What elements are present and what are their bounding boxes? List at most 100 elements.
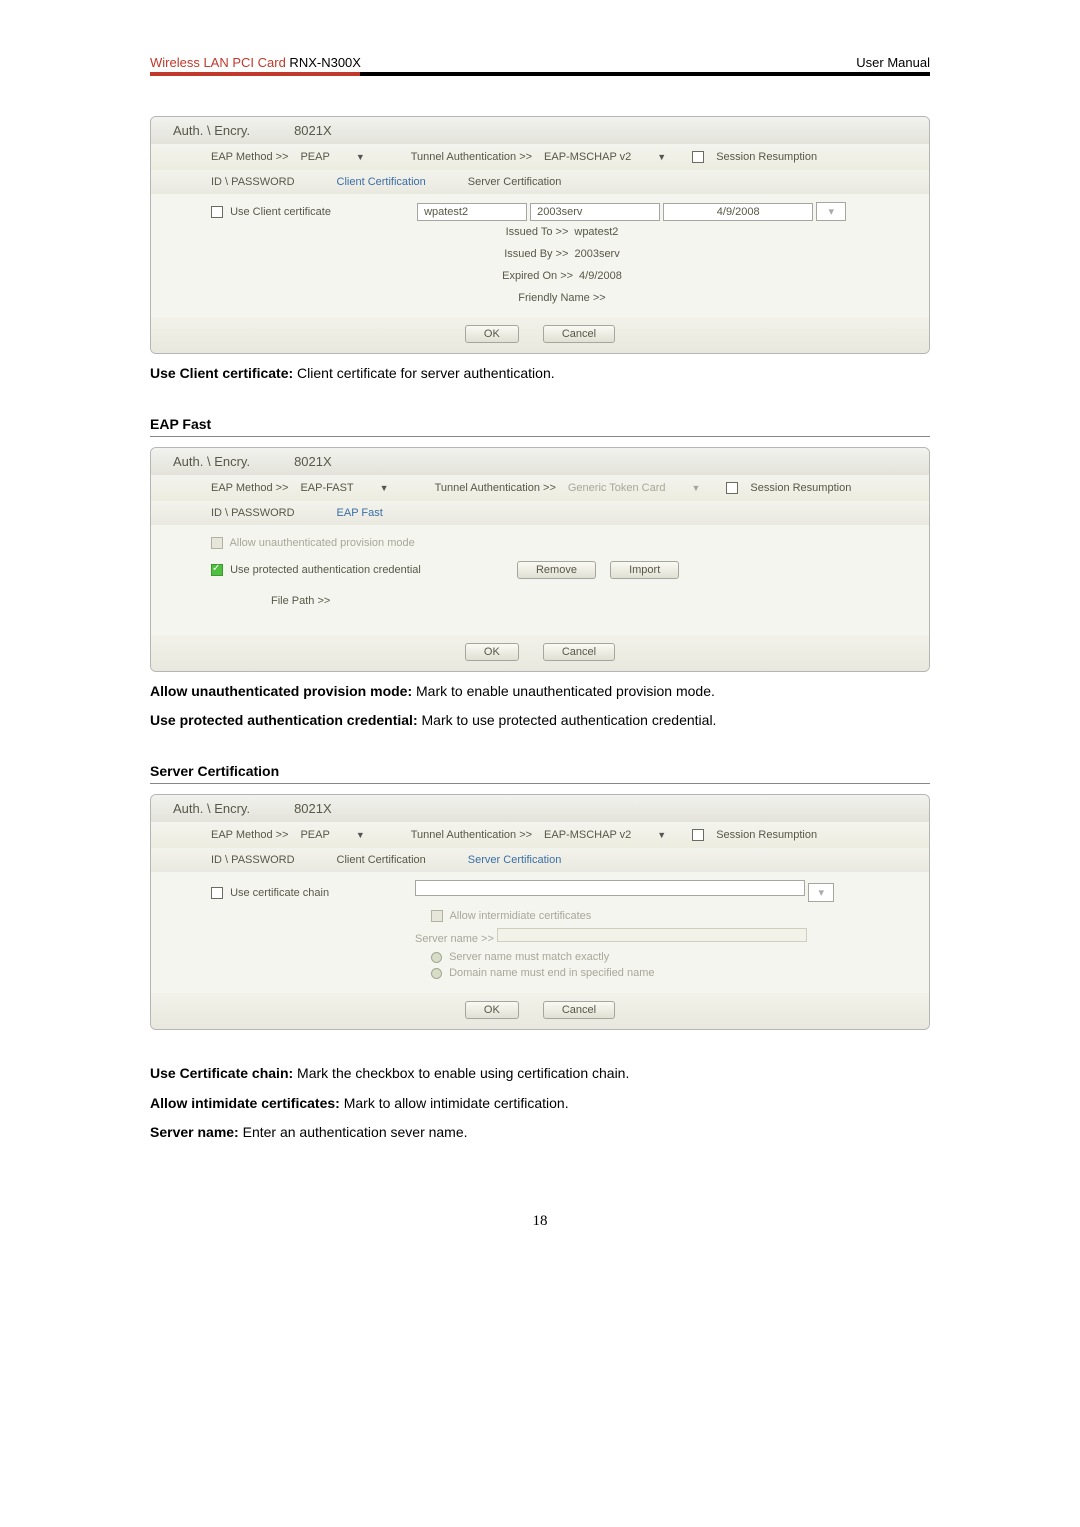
radio-match-exact bbox=[431, 952, 442, 963]
desc3c-bold: Server name: bbox=[150, 1124, 239, 1140]
cancel-button[interactable]: Cancel bbox=[543, 325, 615, 343]
desc2a-bold: Allow unauthenticated provision mode: bbox=[150, 683, 412, 699]
tunnel-auth-value[interactable]: EAP-MSCHAP v2 bbox=[544, 829, 631, 841]
cert-chain-field[interactable] bbox=[415, 880, 805, 896]
tunnel-auth-dropdown-icon[interactable] bbox=[653, 151, 666, 163]
expired-on-row: Expired On >> 4/9/2008 bbox=[211, 265, 913, 287]
allow-unauth-label: Allow unauthenticated provision mode bbox=[229, 537, 414, 549]
use-cert-chain-checkbox[interactable] bbox=[211, 887, 223, 899]
issued-to-value: wpatest2 bbox=[574, 226, 618, 238]
header-left: Wireless LAN PCI Card RNX-N300X bbox=[150, 55, 361, 70]
desc2b-bold: Use protected authentication credential: bbox=[150, 712, 418, 728]
desc3b-text: Mark to allow intimidate certification. bbox=[340, 1095, 569, 1111]
session-resumption-checkbox[interactable] bbox=[692, 829, 704, 841]
eap-method-dropdown-icon[interactable] bbox=[376, 482, 389, 494]
import-button[interactable]: Import bbox=[610, 561, 679, 579]
desc3a-bold: Use Certificate chain: bbox=[150, 1065, 293, 1081]
eap-fast-body: Allow unauthenticated provision mode Use… bbox=[151, 525, 929, 635]
file-path-row: File Path >> bbox=[211, 587, 913, 627]
top-tabs: Auth. \ Encry. 8021X bbox=[151, 117, 929, 144]
cert-field-1[interactable]: wpatest2 bbox=[417, 203, 527, 221]
eap-method-value[interactable]: EAP-FAST bbox=[300, 482, 353, 494]
eap-row: EAP Method >> PEAP Tunnel Authentication… bbox=[151, 822, 929, 848]
allow-intermediate-checkbox bbox=[431, 910, 443, 922]
tab-id-password[interactable]: ID \ PASSWORD bbox=[151, 501, 323, 525]
dialog-footer: OK Cancel bbox=[151, 635, 929, 671]
eap-method-label: EAP Method >> bbox=[211, 151, 288, 163]
desc1-text: Client certificate for server authentica… bbox=[293, 365, 554, 381]
allow-unauth-row: Allow unauthenticated provision mode bbox=[211, 533, 913, 553]
eap-row: EAP Method >> EAP-FAST Tunnel Authentica… bbox=[151, 475, 929, 501]
session-resumption-label: Session Resumption bbox=[716, 829, 817, 841]
tab-8021x[interactable]: 8021X bbox=[272, 795, 354, 822]
desc-allow-intermediate: Allow intimidate certificates: Mark to a… bbox=[150, 1094, 930, 1114]
tunnel-auth-dropdown-icon[interactable] bbox=[653, 829, 666, 841]
cancel-button[interactable]: Cancel bbox=[543, 1001, 615, 1019]
desc3b-bold: Allow intimidate certificates: bbox=[150, 1095, 340, 1111]
eap-method-dropdown-icon[interactable] bbox=[352, 829, 365, 841]
radio-domain-end-row: Domain name must end in specified name bbox=[211, 965, 913, 985]
eap-method-value[interactable]: PEAP bbox=[300, 151, 329, 163]
session-resumption-label: Session Resumption bbox=[750, 482, 851, 494]
issued-by-label: Issued By >> bbox=[504, 248, 568, 260]
tunnel-auth-label: Tunnel Authentication >> bbox=[411, 829, 532, 841]
tab-server-certification[interactable]: Server Certification bbox=[454, 170, 590, 194]
section-title-eap-fast: EAP Fast bbox=[150, 416, 930, 437]
issued-to-label: Issued To >> bbox=[506, 226, 569, 238]
tab-8021x[interactable]: 8021X bbox=[272, 117, 354, 144]
radio-match-exact-row: Server name must match exactly bbox=[211, 947, 913, 965]
server-name-label: Server name >> bbox=[415, 933, 494, 945]
desc-use-protected: Use protected authentication credential:… bbox=[150, 711, 930, 731]
page-number: 18 bbox=[150, 1213, 930, 1230]
session-resumption-checkbox[interactable] bbox=[692, 151, 704, 163]
use-client-cert-checkbox[interactable] bbox=[211, 206, 223, 218]
session-resumption-checkbox[interactable] bbox=[726, 482, 738, 494]
radio-domain-end-label: Domain name must end in specified name bbox=[449, 967, 654, 979]
tab-auth-encry[interactable]: Auth. \ Encry. bbox=[151, 795, 272, 822]
cancel-button[interactable]: Cancel bbox=[543, 643, 615, 661]
dialog-server-certification: Auth. \ Encry. 8021X EAP Method >> PEAP … bbox=[150, 794, 930, 1030]
server-cert-body: Use certificate chain ▾ Allow intermidia… bbox=[151, 872, 929, 993]
cert-chain-dropdown-icon[interactable]: ▾ bbox=[808, 883, 834, 902]
allow-unauth-checkbox bbox=[211, 537, 223, 549]
tab-auth-encry[interactable]: Auth. \ Encry. bbox=[151, 117, 272, 144]
tunnel-auth-label: Tunnel Authentication >> bbox=[411, 151, 532, 163]
ok-button[interactable]: OK bbox=[465, 1001, 519, 1019]
tab-client-certification[interactable]: Client Certification bbox=[323, 170, 454, 194]
header-right: User Manual bbox=[856, 55, 930, 70]
session-resumption-label: Session Resumption bbox=[716, 151, 817, 163]
product-name: Wireless LAN PCI Card bbox=[150, 55, 286, 70]
tunnel-auth-dropdown-icon bbox=[688, 482, 701, 494]
cert-dropdown-icon[interactable]: ▾ bbox=[816, 202, 846, 221]
remove-button[interactable]: Remove bbox=[517, 561, 596, 579]
tunnel-auth-value: Generic Token Card bbox=[568, 482, 666, 494]
use-protected-checkbox[interactable] bbox=[211, 564, 223, 576]
ok-button[interactable]: OK bbox=[465, 325, 519, 343]
desc2a-text: Mark to enable unauthenticated provision… bbox=[412, 683, 715, 699]
tunnel-auth-value[interactable]: EAP-MSCHAP v2 bbox=[544, 151, 631, 163]
tab-id-password[interactable]: ID \ PASSWORD bbox=[151, 848, 323, 872]
expired-label: Expired On >> bbox=[502, 270, 573, 282]
eap-method-value[interactable]: PEAP bbox=[300, 829, 329, 841]
tab-id-password[interactable]: ID \ PASSWORD bbox=[151, 170, 323, 194]
allow-intermediate-label: Allow intermidiate certificates bbox=[449, 910, 591, 922]
tab-auth-encry[interactable]: Auth. \ Encry. bbox=[151, 448, 272, 475]
use-cert-chain-label: Use certificate chain bbox=[230, 887, 329, 899]
desc1-bold: Use Client certificate: bbox=[150, 365, 293, 381]
desc2b-text: Mark to use protected authentication cre… bbox=[418, 712, 717, 728]
desc-use-client-cert: Use Client certificate: Client certifica… bbox=[150, 364, 930, 384]
expired-value: 4/9/2008 bbox=[579, 270, 622, 282]
cert-field-2[interactable]: 2003serv bbox=[530, 203, 660, 221]
desc-server-name: Server name: Enter an authentication sev… bbox=[150, 1123, 930, 1143]
tab-client-certification[interactable]: Client Certification bbox=[323, 848, 454, 872]
section-title-server-cert: Server Certification bbox=[150, 763, 930, 784]
dialog-footer: OK Cancel bbox=[151, 993, 929, 1029]
use-client-cert-row: Use Client certificate wpatest2 2003serv… bbox=[211, 202, 913, 221]
tab-server-certification[interactable]: Server Certification bbox=[454, 848, 590, 872]
tab-8021x[interactable]: 8021X bbox=[272, 448, 354, 475]
cert-field-3[interactable]: 4/9/2008 bbox=[663, 203, 813, 221]
tab-eap-fast[interactable]: EAP Fast bbox=[323, 501, 411, 525]
eap-method-dropdown-icon[interactable] bbox=[352, 151, 365, 163]
ok-button[interactable]: OK bbox=[465, 643, 519, 661]
dialog-footer: OK Cancel bbox=[151, 317, 929, 353]
